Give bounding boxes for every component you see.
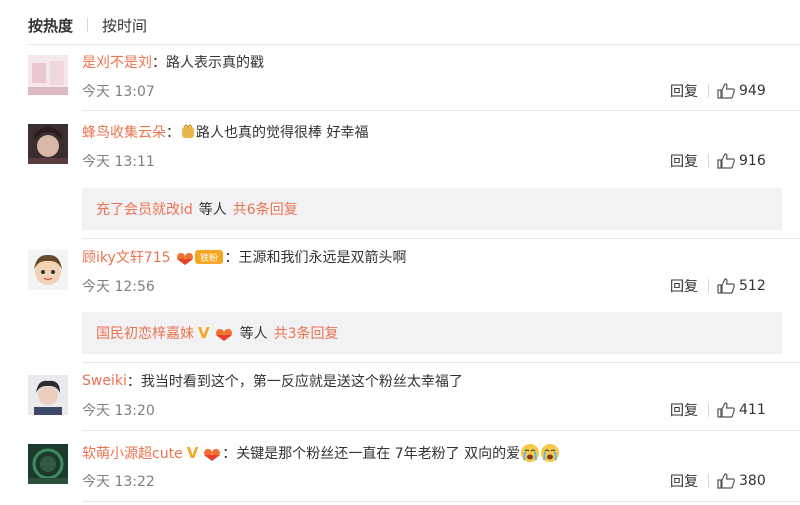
comment-username[interactable]: Sweiki — [82, 373, 127, 389]
fan-badge-icon — [214, 324, 234, 342]
reply-button[interactable]: 回复 — [670, 471, 704, 491]
action-divider — [708, 474, 709, 488]
comment-actions: 回复 949 — [670, 81, 790, 101]
reply-button[interactable]: 回复 — [670, 81, 704, 101]
comment-actions: 回复 512 — [670, 276, 790, 296]
comment-timestamp: 今天 13:22 — [82, 474, 155, 490]
divider — [82, 430, 800, 431]
avatar[interactable] — [28, 55, 68, 95]
divider — [82, 110, 800, 111]
colon: ： — [224, 250, 239, 266]
sub-reply-mid: 等人 — [239, 326, 268, 342]
svg-text:铁粉: 铁粉 — [200, 252, 218, 264]
crying-emoji — [520, 443, 560, 463]
comment-username[interactable]: 软萌小源超cute — [82, 443, 183, 463]
sub-replies-box[interactable]: 国民初恋梓嘉妹 V 等人 共3条回复 — [82, 312, 782, 354]
comment-header: 蜂鸟收集云朵 ： 路人也真的觉得很棒 好幸福 — [82, 122, 368, 142]
reply-button[interactable]: 回复 — [670, 400, 704, 420]
comment-username[interactable]: 蜂鸟收集云朵 — [82, 122, 166, 142]
comment-username[interactable]: 顾iky文轩715 — [82, 247, 171, 267]
like-count: 411 — [739, 402, 766, 418]
sub-reply-count-link[interactable]: 共3条回复 — [274, 323, 339, 343]
comment-text: 王源和我们永远是双箭头啊 — [238, 250, 407, 266]
comment-username[interactable]: 是刈不是刘 — [82, 52, 152, 72]
comment-header: 软萌小源超cute V ： 关键是那个粉丝还一直在 7年老粉了 双向的爱 — [82, 443, 560, 463]
gold-hand-emoji — [180, 124, 196, 140]
fan-badge-icon: 铁粉 — [175, 248, 225, 266]
comment-timestamp: 今天 12:56 — [82, 279, 155, 295]
avatar[interactable] — [28, 124, 68, 164]
sort-by-time-tab[interactable]: 按时间 — [102, 15, 147, 36]
comment-actions: 回复 916 — [670, 151, 790, 171]
thumb-up-icon — [717, 83, 735, 99]
comment-timestamp: 今天 13:07 — [82, 84, 155, 100]
comment-header: 是刈不是刘 ： 路人表示真的戳 — [82, 52, 264, 72]
divider — [82, 238, 800, 239]
sub-replies-box[interactable]: 充了会员就改id 等人 共6条回复 — [82, 188, 782, 230]
divider — [82, 501, 800, 502]
like-count: 380 — [739, 473, 766, 489]
colon: ： — [152, 55, 166, 71]
divider — [28, 44, 800, 45]
like-button[interactable]: 949 — [717, 83, 766, 99]
like-count: 949 — [739, 83, 766, 99]
like-count: 916 — [739, 153, 766, 169]
comment-text: 路人也真的觉得很棒 好幸福 — [196, 125, 369, 141]
reply-button[interactable]: 回复 — [670, 276, 704, 296]
sub-reply-mid: 等人 — [198, 202, 227, 218]
reply-button[interactable]: 回复 — [670, 151, 704, 171]
comment-timestamp: 今天 13:20 — [82, 403, 155, 419]
action-divider — [708, 154, 709, 168]
thumb-up-icon — [717, 473, 735, 489]
comment-actions: 回复 380 — [670, 471, 790, 491]
thumb-up-icon — [717, 278, 735, 294]
colon: ： — [166, 125, 180, 141]
like-count: 512 — [739, 278, 766, 294]
divider — [82, 362, 800, 363]
sub-reply-count-link[interactable]: 共6条回复 — [233, 199, 298, 219]
comment-header: Sweiki ： 我当时看到这个，第一反应就是送这个粉丝太幸福了 — [82, 371, 463, 391]
action-divider — [708, 279, 709, 293]
comment-text: 我当时看到这个，第一反应就是送这个粉丝太幸福了 — [140, 374, 463, 390]
like-button[interactable]: 411 — [717, 402, 766, 418]
comment-actions: 回复 411 — [670, 400, 790, 420]
avatar[interactable] — [28, 375, 68, 415]
sort-bar: 按热度 按时间 — [28, 14, 147, 36]
colon: ： — [126, 374, 141, 390]
v-badge-icon: V — [198, 324, 210, 342]
comment-text: 关键是那个粉丝还一直在 7年老粉了 双向的爱 — [236, 446, 521, 462]
sub-reply-user[interactable]: 充了会员就改id — [96, 199, 193, 219]
v-badge-icon: V — [186, 444, 199, 462]
thumb-up-icon — [717, 402, 735, 418]
colon: ： — [222, 446, 237, 462]
like-button[interactable]: 916 — [717, 153, 766, 169]
sort-by-hot-tab[interactable]: 按热度 — [28, 15, 73, 36]
action-divider — [708, 84, 709, 98]
avatar[interactable] — [28, 250, 68, 290]
sort-divider — [87, 18, 89, 32]
thumb-up-icon — [717, 153, 735, 169]
like-button[interactable]: 380 — [717, 473, 766, 489]
avatar[interactable] — [28, 444, 68, 484]
action-divider — [708, 403, 709, 417]
sub-reply-user[interactable]: 国民初恋梓嘉妹 — [96, 323, 194, 343]
comment-header: 顾iky文轩715 铁粉 ： 王源和我们永远是双箭头啊 — [82, 247, 407, 267]
comment-timestamp: 今天 13:11 — [82, 154, 155, 170]
comment-text: 路人表示真的戳 — [166, 55, 264, 71]
like-button[interactable]: 512 — [717, 278, 766, 294]
fan-badge-icon — [202, 444, 222, 462]
